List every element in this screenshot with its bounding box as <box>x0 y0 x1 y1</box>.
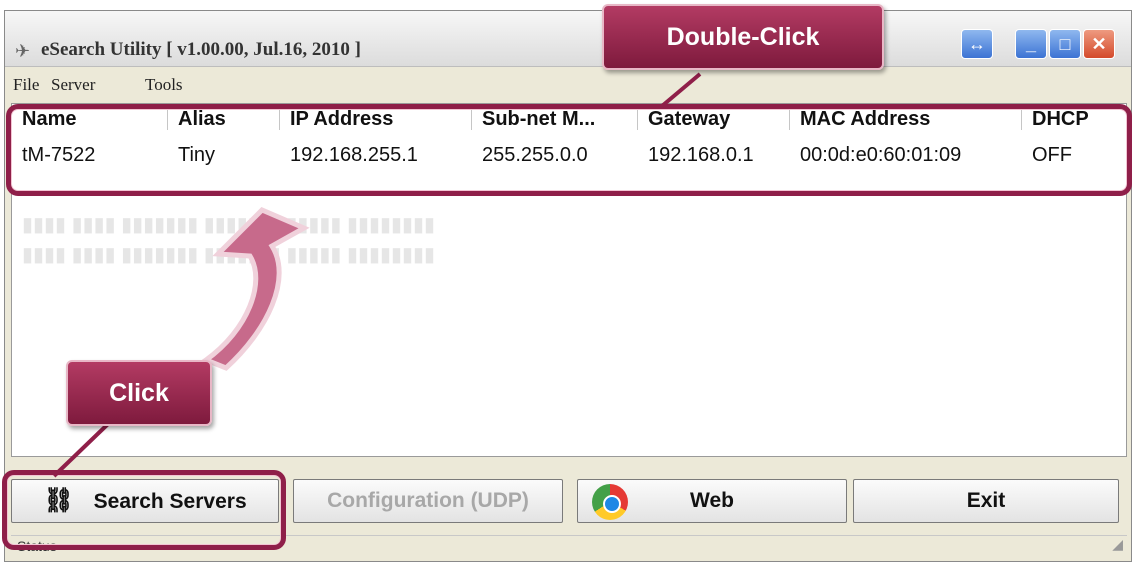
title-bar[interactable]: ✈ eSearch Utility [ v1.00.00, Jul.16, 20… <box>5 11 1131 67</box>
menu-bar: File Server Tools <box>5 71 1131 99</box>
double-click-callout: Double-Click <box>602 4 884 70</box>
minimize-button[interactable]: _ <box>1015 29 1047 59</box>
configuration-udp-label: Configuration (UDP) <box>327 489 529 512</box>
resize-grip-icon[interactable]: ◢ <box>1112 536 1123 553</box>
ghost-row-decoration: ▮▮▮▮ ▮▮▮▮ ▮▮▮▮▮▮▮ ▮▮▮▮▮▮▮ ▮▮▮▮▮ ▮▮▮▮▮▮▮▮ <box>22 244 435 266</box>
search-button-highlight <box>2 470 286 550</box>
menu-server[interactable]: Server <box>51 75 95 95</box>
web-button[interactable]: Web <box>577 479 847 523</box>
web-label: Web <box>690 489 734 512</box>
menu-tools[interactable]: Tools <box>145 75 183 95</box>
menu-file[interactable]: File <box>13 75 39 95</box>
app-icon: ✈ <box>15 41 31 61</box>
resize-icon[interactable]: ↔ <box>961 29 993 59</box>
exit-label: Exit <box>966 489 1006 512</box>
chrome-icon-center <box>603 495 621 513</box>
table-row-highlight <box>6 104 1132 196</box>
close-button[interactable]: ✕ <box>1083 29 1115 59</box>
exit-button[interactable]: Exit <box>853 479 1119 523</box>
configuration-udp-button[interactable]: Configuration (UDP) <box>293 479 563 523</box>
window-title: eSearch Utility [ v1.00.00, Jul.16, 2010… <box>41 39 361 60</box>
maximize-button[interactable]: □ <box>1049 29 1081 59</box>
click-callout: Click <box>66 360 212 426</box>
ghost-row-decoration: ▮▮▮▮ ▮▮▮▮ ▮▮▮▮▮▮▮ ▮▮▮▮▮▮▮ ▮▮▮▮▮ ▮▮▮▮▮▮▮▮ <box>22 214 435 236</box>
